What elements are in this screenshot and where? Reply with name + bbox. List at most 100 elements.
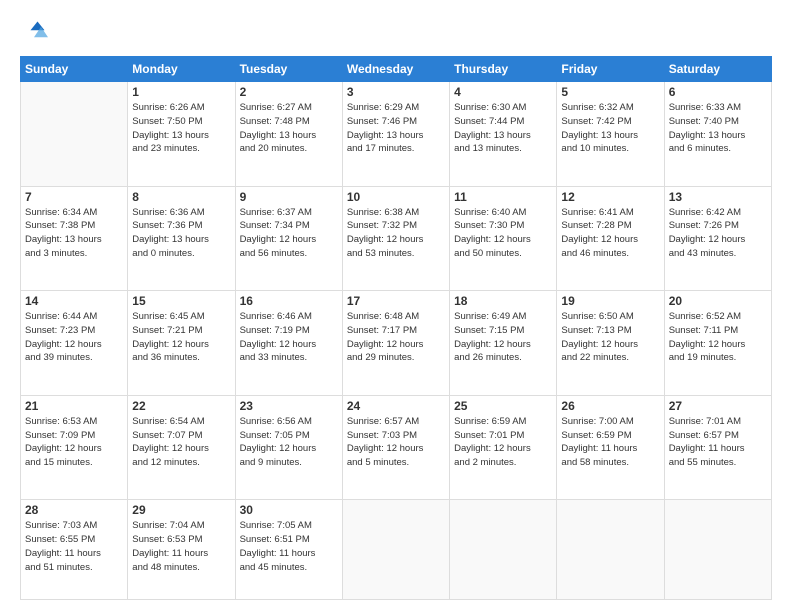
week-row-4: 21 Sunrise: 6:53 AMSunset: 7:09 PMDayligh… — [21, 395, 772, 500]
day-cell: 9 Sunrise: 6:37 AMSunset: 7:34 PMDaylight… — [235, 186, 342, 291]
day-info: Sunrise: 6:50 AMSunset: 7:13 PMDaylight:… — [561, 310, 659, 365]
day-cell — [342, 500, 449, 600]
day-cell: 3 Sunrise: 6:29 AMSunset: 7:46 PMDaylight… — [342, 82, 449, 187]
day-info: Sunrise: 6:54 AMSunset: 7:07 PMDaylight:… — [132, 415, 230, 470]
day-info: Sunrise: 6:34 AMSunset: 7:38 PMDaylight:… — [25, 206, 123, 261]
day-info: Sunrise: 6:30 AMSunset: 7:44 PMDaylight:… — [454, 101, 552, 156]
day-info: Sunrise: 6:45 AMSunset: 7:21 PMDaylight:… — [132, 310, 230, 365]
day-info: Sunrise: 6:37 AMSunset: 7:34 PMDaylight:… — [240, 206, 338, 261]
weekday-header-friday: Friday — [557, 57, 664, 82]
day-info: Sunrise: 6:53 AMSunset: 7:09 PMDaylight:… — [25, 415, 123, 470]
day-info: Sunrise: 6:33 AMSunset: 7:40 PMDaylight:… — [669, 101, 767, 156]
day-number: 22 — [132, 399, 230, 413]
day-cell — [557, 500, 664, 600]
day-info: Sunrise: 6:26 AMSunset: 7:50 PMDaylight:… — [132, 101, 230, 156]
week-row-3: 14 Sunrise: 6:44 AMSunset: 7:23 PMDayligh… — [21, 291, 772, 396]
day-number: 29 — [132, 503, 230, 517]
day-cell: 6 Sunrise: 6:33 AMSunset: 7:40 PMDaylight… — [664, 82, 771, 187]
calendar-page: SundayMondayTuesdayWednesdayThursdayFrid… — [0, 0, 792, 612]
day-number: 1 — [132, 85, 230, 99]
day-info: Sunrise: 6:36 AMSunset: 7:36 PMDaylight:… — [132, 206, 230, 261]
day-cell: 7 Sunrise: 6:34 AMSunset: 7:38 PMDaylight… — [21, 186, 128, 291]
day-number: 3 — [347, 85, 445, 99]
day-number: 7 — [25, 190, 123, 204]
logo — [20, 18, 52, 46]
day-cell: 27 Sunrise: 7:01 AMSunset: 6:57 PMDayligh… — [664, 395, 771, 500]
day-info: Sunrise: 6:32 AMSunset: 7:42 PMDaylight:… — [561, 101, 659, 156]
day-cell: 8 Sunrise: 6:36 AMSunset: 7:36 PMDaylight… — [128, 186, 235, 291]
logo-icon — [20, 18, 48, 46]
day-cell: 26Sunrise: 7:00 AMSunset: 6:59 PMDayligh… — [557, 395, 664, 500]
day-cell: 10 Sunrise: 6:38 AMSunset: 7:32 PMDayligh… — [342, 186, 449, 291]
day-cell: 28 Sunrise: 7:03 AMSunset: 6:55 PMDayligh… — [21, 500, 128, 600]
day-cell: 22 Sunrise: 6:54 AMSunset: 7:07 PMDayligh… — [128, 395, 235, 500]
day-number: 10 — [347, 190, 445, 204]
weekday-header-saturday: Saturday — [664, 57, 771, 82]
day-cell: 18Sunrise: 6:49 AMSunset: 7:15 PMDayligh… — [450, 291, 557, 396]
day-number: 27 — [669, 399, 767, 413]
day-number: 5 — [561, 85, 659, 99]
day-number: 28 — [25, 503, 123, 517]
day-number: 25 — [454, 399, 552, 413]
day-info: Sunrise: 6:38 AMSunset: 7:32 PMDaylight:… — [347, 206, 445, 261]
day-cell: 24 Sunrise: 6:57 AMSunset: 7:03 PMDayligh… — [342, 395, 449, 500]
day-number: 20 — [669, 294, 767, 308]
calendar-table: SundayMondayTuesdayWednesdayThursdayFrid… — [20, 56, 772, 600]
weekday-header-tuesday: Tuesday — [235, 57, 342, 82]
day-info: Sunrise: 6:52 AMSunset: 7:11 PMDaylight:… — [669, 310, 767, 365]
day-info: Sunrise: 7:01 AMSunset: 6:57 PMDaylight:… — [669, 415, 767, 470]
day-number: 24 — [347, 399, 445, 413]
day-cell: 2Sunrise: 6:27 AMSunset: 7:48 PMDaylight… — [235, 82, 342, 187]
day-info: Sunrise: 6:40 AMSunset: 7:30 PMDaylight:… — [454, 206, 552, 261]
day-cell: 13 Sunrise: 6:42 AMSunset: 7:26 PMDayligh… — [664, 186, 771, 291]
day-number: 17 — [347, 294, 445, 308]
day-cell: 21 Sunrise: 6:53 AMSunset: 7:09 PMDayligh… — [21, 395, 128, 500]
day-number: 18 — [454, 294, 552, 308]
day-cell: 17 Sunrise: 6:48 AMSunset: 7:17 PMDayligh… — [342, 291, 449, 396]
day-cell — [664, 500, 771, 600]
day-number: 8 — [132, 190, 230, 204]
day-cell — [21, 82, 128, 187]
day-cell: 15Sunrise: 6:45 AMSunset: 7:21 PMDayligh… — [128, 291, 235, 396]
day-number: 11 — [454, 190, 552, 204]
weekday-header-monday: Monday — [128, 57, 235, 82]
day-cell: 11 Sunrise: 6:40 AMSunset: 7:30 PMDayligh… — [450, 186, 557, 291]
day-info: Sunrise: 6:29 AMSunset: 7:46 PMDaylight:… — [347, 101, 445, 156]
day-number: 19 — [561, 294, 659, 308]
week-row-5: 28 Sunrise: 7:03 AMSunset: 6:55 PMDayligh… — [21, 500, 772, 600]
day-info: Sunrise: 7:03 AMSunset: 6:55 PMDaylight:… — [25, 519, 123, 574]
day-cell: 14 Sunrise: 6:44 AMSunset: 7:23 PMDayligh… — [21, 291, 128, 396]
day-info: Sunrise: 6:56 AMSunset: 7:05 PMDaylight:… — [240, 415, 338, 470]
day-info: Sunrise: 6:46 AMSunset: 7:19 PMDaylight:… — [240, 310, 338, 365]
day-cell: 16Sunrise: 6:46 AMSunset: 7:19 PMDayligh… — [235, 291, 342, 396]
header — [20, 18, 772, 46]
day-info: Sunrise: 6:41 AMSunset: 7:28 PMDaylight:… — [561, 206, 659, 261]
day-info: Sunrise: 6:48 AMSunset: 7:17 PMDaylight:… — [347, 310, 445, 365]
week-row-2: 7 Sunrise: 6:34 AMSunset: 7:38 PMDaylight… — [21, 186, 772, 291]
day-number: 13 — [669, 190, 767, 204]
day-cell: 1 Sunrise: 6:26 AMSunset: 7:50 PMDaylight… — [128, 82, 235, 187]
day-number: 14 — [25, 294, 123, 308]
day-info: Sunrise: 6:27 AMSunset: 7:48 PMDaylight:… — [240, 101, 338, 156]
day-number: 21 — [25, 399, 123, 413]
day-info: Sunrise: 6:59 AMSunset: 7:01 PMDaylight:… — [454, 415, 552, 470]
day-number: 6 — [669, 85, 767, 99]
day-cell: 25 Sunrise: 6:59 AMSunset: 7:01 PMDayligh… — [450, 395, 557, 500]
day-info: Sunrise: 7:00 AMSunset: 6:59 PMDaylight:… — [561, 415, 659, 470]
day-number: 12 — [561, 190, 659, 204]
day-info: Sunrise: 6:42 AMSunset: 7:26 PMDaylight:… — [669, 206, 767, 261]
day-cell: 19 Sunrise: 6:50 AMSunset: 7:13 PMDayligh… — [557, 291, 664, 396]
day-cell: 30 Sunrise: 7:05 AMSunset: 6:51 PMDayligh… — [235, 500, 342, 600]
day-cell: 29 Sunrise: 7:04 AMSunset: 6:53 PMDayligh… — [128, 500, 235, 600]
day-number: 30 — [240, 503, 338, 517]
day-info: Sunrise: 6:57 AMSunset: 7:03 PMDaylight:… — [347, 415, 445, 470]
day-cell: 12 Sunrise: 6:41 AMSunset: 7:28 PMDayligh… — [557, 186, 664, 291]
day-cell: 20 Sunrise: 6:52 AMSunset: 7:11 PMDayligh… — [664, 291, 771, 396]
weekday-header-row: SundayMondayTuesdayWednesdayThursdayFrid… — [21, 57, 772, 82]
day-number: 9 — [240, 190, 338, 204]
week-row-1: 1 Sunrise: 6:26 AMSunset: 7:50 PMDaylight… — [21, 82, 772, 187]
day-info: Sunrise: 7:05 AMSunset: 6:51 PMDaylight:… — [240, 519, 338, 574]
day-cell: 4Sunrise: 6:30 AMSunset: 7:44 PMDaylight… — [450, 82, 557, 187]
day-info: Sunrise: 6:44 AMSunset: 7:23 PMDaylight:… — [25, 310, 123, 365]
day-info: Sunrise: 7:04 AMSunset: 6:53 PMDaylight:… — [132, 519, 230, 574]
